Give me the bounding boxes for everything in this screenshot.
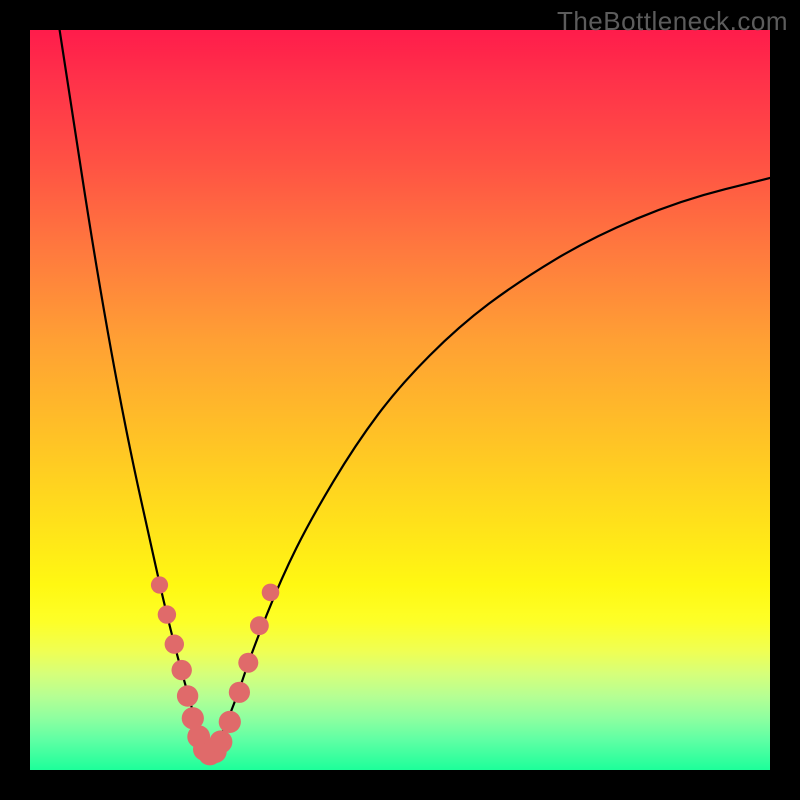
sample-dot <box>262 584 280 602</box>
sample-dot <box>229 682 250 703</box>
sample-dot <box>209 730 232 753</box>
sample-dot <box>151 576 168 593</box>
sample-dot <box>177 685 198 706</box>
curve-layer <box>30 30 770 770</box>
chart-frame: TheBottleneck.com <box>0 0 800 800</box>
sample-dot <box>165 635 184 654</box>
sample-dot <box>158 605 176 623</box>
sample-dots <box>151 576 279 765</box>
plot-area <box>30 30 770 770</box>
sample-dot <box>238 653 258 673</box>
sample-dot <box>219 711 241 733</box>
sample-dot <box>250 616 269 635</box>
sample-dot <box>172 660 192 680</box>
